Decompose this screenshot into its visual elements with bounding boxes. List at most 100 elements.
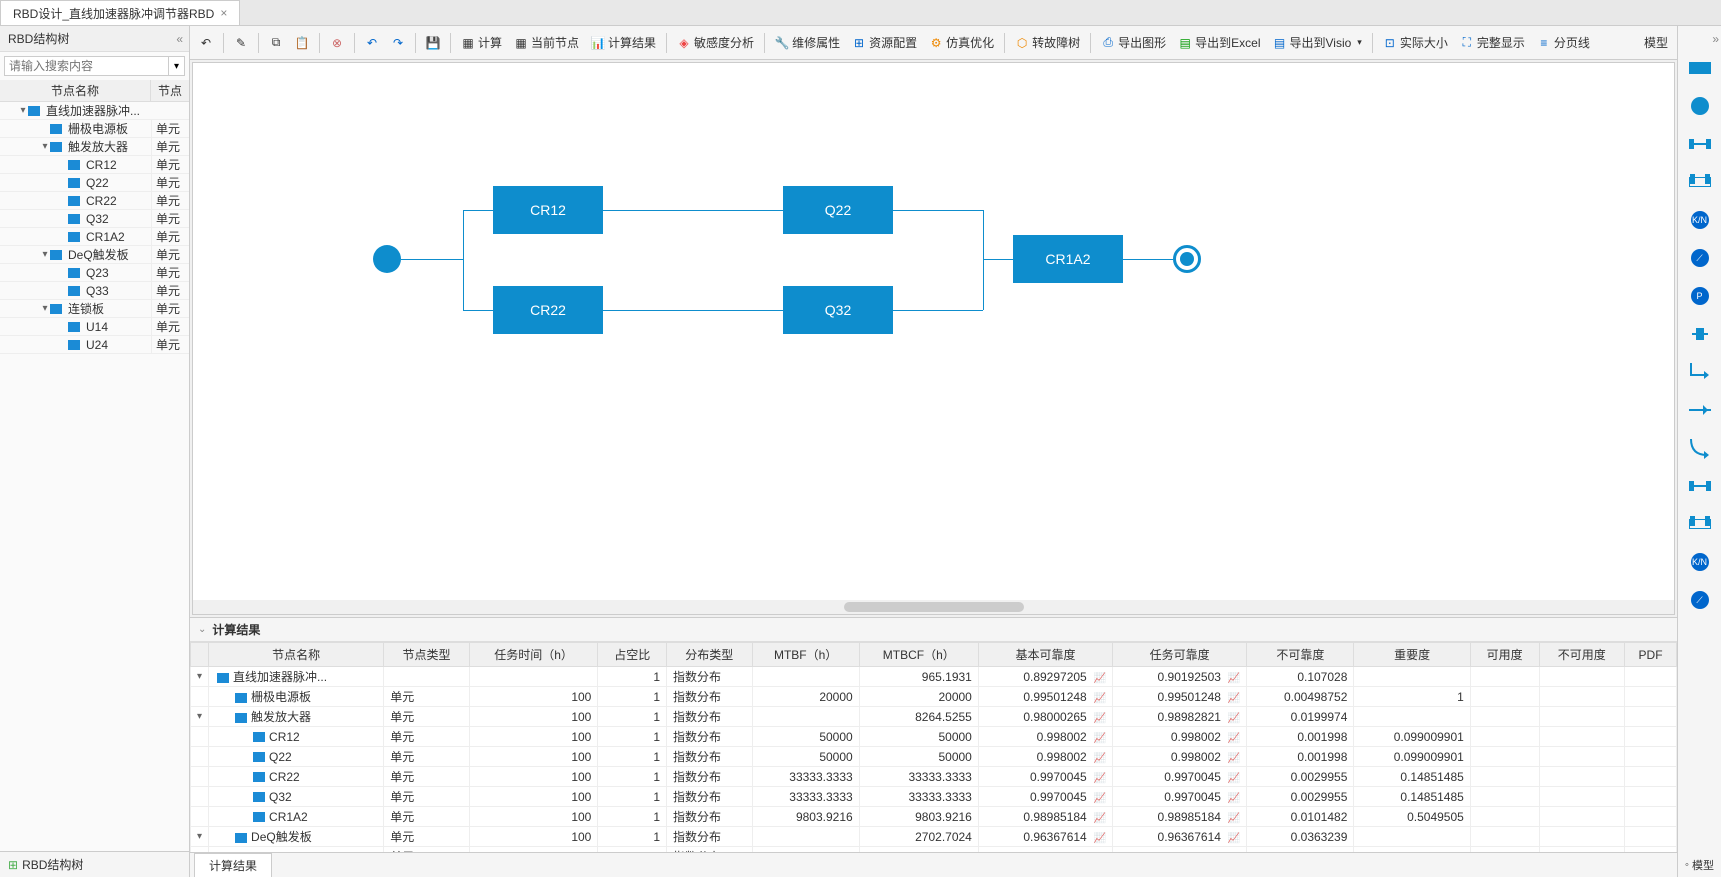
table-row[interactable]: CR1A2 单元 100 1 指数分布 9803.9216 9803.9216 … bbox=[191, 807, 1677, 827]
results-grid[interactable]: 节点名称节点类型任务时间（h）占空比分布类型MTBF（h）MTBCF（h）基本可… bbox=[190, 642, 1677, 852]
delete-button[interactable]: ⊗ bbox=[325, 33, 349, 53]
palette-connector-h2[interactable] bbox=[1684, 470, 1716, 502]
chart-icon[interactable]: 📈 bbox=[1092, 773, 1106, 784]
end-node[interactable] bbox=[1173, 245, 1201, 273]
node-cr22[interactable]: CR22 bbox=[493, 286, 603, 334]
palette-connector-box[interactable] bbox=[1684, 166, 1716, 198]
row-toggle[interactable] bbox=[191, 727, 209, 747]
palette-node[interactable] bbox=[1684, 318, 1716, 350]
export-excel-button[interactable]: ▤导出到Excel bbox=[1173, 31, 1265, 54]
tree-row[interactable]: U24 单元 bbox=[0, 336, 189, 354]
chart-icon[interactable]: 📈 bbox=[1092, 753, 1106, 764]
column-header[interactable]: 重要度 bbox=[1354, 643, 1470, 667]
column-header[interactable]: PDF bbox=[1625, 643, 1677, 667]
row-toggle[interactable]: ▾ bbox=[191, 667, 209, 687]
tree-row[interactable]: Q22 单元 bbox=[0, 174, 189, 192]
toggle-icon[interactable]: ▾ bbox=[40, 303, 50, 314]
tree-row[interactable]: ▾ 连锁板 单元 bbox=[0, 300, 189, 318]
tree[interactable]: ▾ 直线加速器脉冲... 栅极电源板 单元 ▾ 触发放大器 单元 CR12 单元… bbox=[0, 102, 189, 851]
node-cr12[interactable]: CR12 bbox=[493, 186, 603, 234]
save-button[interactable]: 💾 bbox=[421, 33, 445, 53]
chart-icon[interactable]: 📈 bbox=[1226, 733, 1240, 744]
tree-row[interactable]: U14 单元 bbox=[0, 318, 189, 336]
tree-row[interactable]: Q23 单元 bbox=[0, 264, 189, 282]
row-toggle[interactable]: ▾ bbox=[191, 827, 209, 847]
column-header[interactable]: 节点类型 bbox=[384, 643, 470, 667]
palette-arrow-down[interactable] bbox=[1684, 356, 1716, 388]
collapse-icon[interactable]: « bbox=[176, 32, 181, 46]
tree-row[interactable]: 栅极电源板 单元 bbox=[0, 120, 189, 138]
tree-row[interactable]: ▾ 触发放大器 单元 bbox=[0, 138, 189, 156]
tree-row[interactable]: CR22 单元 bbox=[0, 192, 189, 210]
chart-icon[interactable]: 📈 bbox=[1092, 833, 1106, 844]
toggle-icon[interactable]: ▾ bbox=[18, 105, 28, 116]
palette-circle[interactable] bbox=[1684, 90, 1716, 122]
row-toggle[interactable] bbox=[191, 767, 209, 787]
palette-switch2[interactable]: ⟋ bbox=[1684, 584, 1716, 616]
table-row[interactable]: ▾ 触发放大器 单元 100 1 指数分布 8264.5255 0.980002… bbox=[191, 707, 1677, 727]
export-graphic-button[interactable]: ⎙导出图形 bbox=[1096, 31, 1171, 54]
tree-row[interactable]: ▾ 直线加速器脉冲... bbox=[0, 102, 189, 120]
actual-size-button[interactable]: ⊡实际大小 bbox=[1378, 31, 1453, 54]
palette-switch[interactable]: ⟋ bbox=[1684, 242, 1716, 274]
tree-row[interactable]: CR12 单元 bbox=[0, 156, 189, 174]
table-row[interactable]: CR12 单元 100 1 指数分布 50000 50000 0.998002 … bbox=[191, 727, 1677, 747]
collapse-icon[interactable]: » bbox=[1712, 32, 1717, 46]
column-header[interactable]: 基本可靠度 bbox=[978, 643, 1112, 667]
search-dropdown-button[interactable]: ▾ bbox=[169, 56, 185, 76]
column-header[interactable]: 节点名称 bbox=[209, 643, 384, 667]
tree-row[interactable]: ▾ DeQ触发板 单元 bbox=[0, 246, 189, 264]
column-header[interactable]: 任务时间（h） bbox=[469, 643, 598, 667]
column-header[interactable] bbox=[191, 643, 209, 667]
palette-rect[interactable] bbox=[1684, 52, 1716, 84]
chart-icon[interactable]: 📈 bbox=[1092, 733, 1106, 744]
close-icon[interactable]: × bbox=[220, 6, 227, 20]
node-q22[interactable]: Q22 bbox=[783, 186, 893, 234]
tree-row[interactable]: Q32 单元 bbox=[0, 210, 189, 228]
toggle-icon[interactable]: ▾ bbox=[40, 249, 50, 260]
page-break-button[interactable]: ≡分页线 bbox=[1532, 31, 1595, 54]
column-header[interactable]: MTBF（h） bbox=[752, 643, 859, 667]
tree-row[interactable]: CR1A2 单元 bbox=[0, 228, 189, 246]
row-toggle[interactable] bbox=[191, 787, 209, 807]
palette-arrow-curve[interactable] bbox=[1684, 432, 1716, 464]
fault-tree-button[interactable]: ⬡转故障树 bbox=[1010, 31, 1085, 54]
column-header[interactable]: 可用度 bbox=[1470, 643, 1539, 667]
palette-arrow-right[interactable] bbox=[1684, 394, 1716, 426]
document-tab[interactable]: RBD设计_直线加速器脉冲调节器RBD × bbox=[0, 0, 240, 25]
chart-icon[interactable]: 📈 bbox=[1226, 673, 1240, 684]
chevron-down-icon[interactable]: ⌄ bbox=[198, 624, 206, 635]
fit-display-button[interactable]: ⛶完整显示 bbox=[1455, 31, 1530, 54]
column-header[interactable]: 任务可靠度 bbox=[1113, 643, 1247, 667]
chart-icon[interactable]: 📈 bbox=[1092, 813, 1106, 824]
table-row[interactable]: Q22 单元 100 1 指数分布 50000 50000 0.998002 📈… bbox=[191, 747, 1677, 767]
chart-icon[interactable]: 📈 bbox=[1226, 773, 1240, 784]
column-header[interactable]: 不可靠度 bbox=[1247, 643, 1354, 667]
row-toggle[interactable]: ▾ bbox=[191, 707, 209, 727]
sensitivity-button[interactable]: ◈敏感度分析 bbox=[672, 31, 759, 54]
sim-opt-button[interactable]: ⚙仿真优化 bbox=[924, 31, 999, 54]
palette-connector-h[interactable] bbox=[1684, 128, 1716, 160]
chart-icon[interactable]: 📈 bbox=[1226, 793, 1240, 804]
column-header[interactable]: 分布类型 bbox=[667, 643, 753, 667]
edit-button[interactable]: ✎ bbox=[229, 33, 253, 53]
search-input[interactable] bbox=[4, 56, 169, 76]
results-tab[interactable]: 计算结果 bbox=[194, 853, 272, 877]
start-node[interactable] bbox=[373, 245, 401, 273]
chart-icon[interactable]: 📈 bbox=[1226, 833, 1240, 844]
row-toggle[interactable] bbox=[191, 687, 209, 707]
table-row[interactable]: Q32 单元 100 1 指数分布 33333.3333 33333.3333 … bbox=[191, 787, 1677, 807]
row-toggle[interactable] bbox=[191, 747, 209, 767]
current-node-button[interactable]: ▦当前节点 bbox=[509, 31, 584, 54]
chart-icon[interactable]: 📈 bbox=[1092, 693, 1106, 704]
diagram-canvas[interactable]: CR12 CR22 Q22 Q32 CR1A2 bbox=[192, 62, 1675, 615]
table-row[interactable]: 栅极电源板 单元 100 1 指数分布 20000 20000 0.995012… bbox=[191, 687, 1677, 707]
copy-button[interactable]: ⧉ bbox=[264, 33, 288, 53]
chart-icon[interactable]: 📈 bbox=[1226, 753, 1240, 764]
paste-button[interactable]: 📋 bbox=[290, 33, 314, 53]
chart-icon[interactable]: 📈 bbox=[1092, 713, 1106, 724]
horizontal-scrollbar[interactable] bbox=[193, 600, 1674, 614]
chart-icon[interactable]: 📈 bbox=[1092, 793, 1106, 804]
maintain-button[interactable]: 🔧维修属性 bbox=[770, 31, 845, 54]
toggle-icon[interactable]: ▾ bbox=[40, 141, 50, 152]
